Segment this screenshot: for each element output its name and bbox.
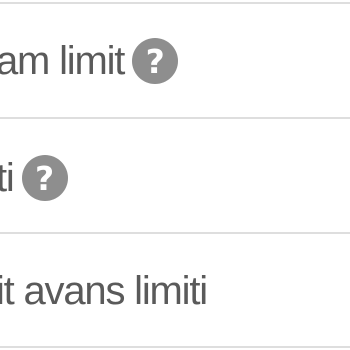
divider [0, 346, 350, 348]
limit-row-label: am limit [0, 39, 125, 83]
divider [0, 232, 350, 234]
limit-row-2[interactable]: ti ? [0, 155, 68, 201]
divider [0, 117, 350, 119]
question-icon[interactable]: ? [132, 38, 179, 84]
divider [0, 2, 350, 4]
limit-row-1[interactable]: am limit ? [0, 38, 179, 84]
limit-row-3[interactable]: it avans limiti [0, 269, 208, 313]
limits-list: am limit ? ti ? it avans limiti [0, 0, 350, 350]
limit-row-label: it avans limiti [0, 269, 208, 313]
limit-row-label: ti [0, 156, 15, 200]
question-icon[interactable]: ? [21, 155, 68, 201]
